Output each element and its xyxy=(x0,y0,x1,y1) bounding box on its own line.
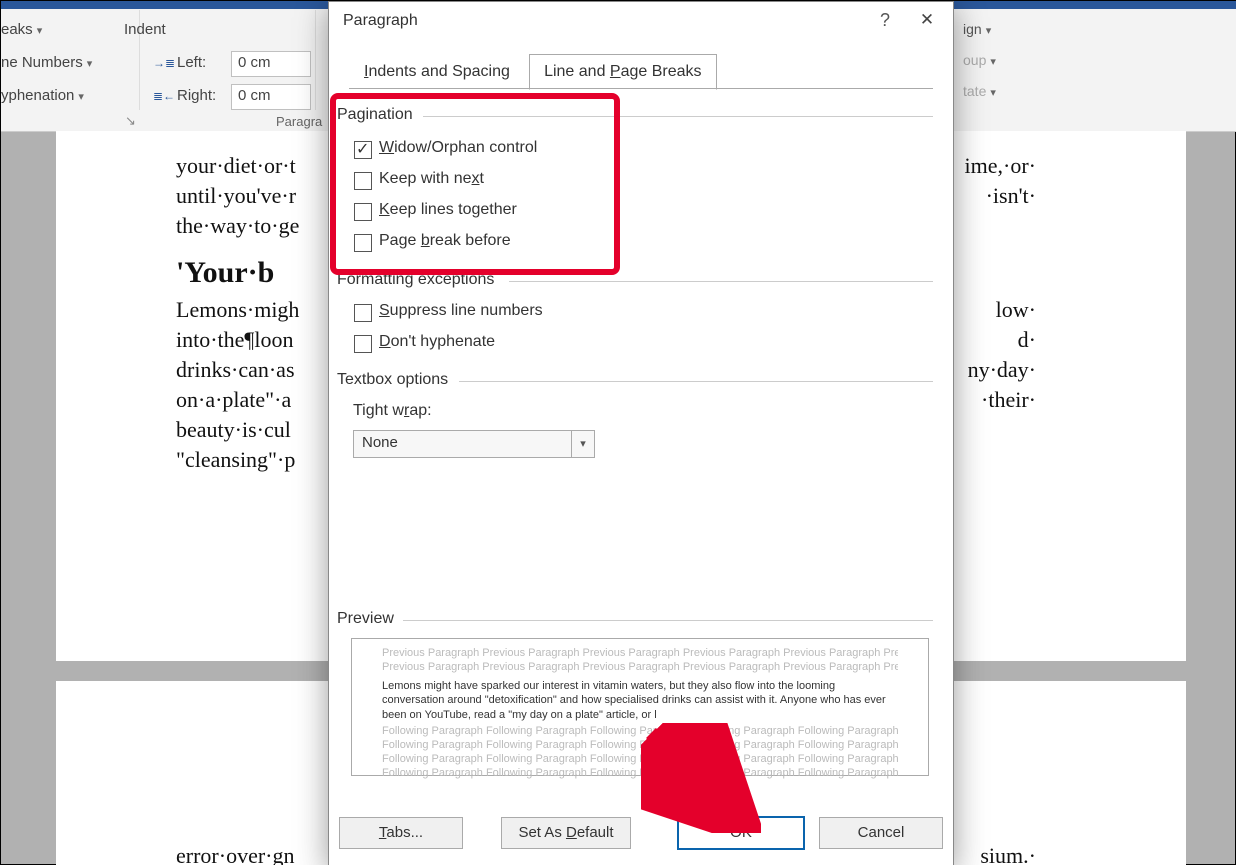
paragraph-dialog: Paragraph ? ✕ Indents and Spacing Line a… xyxy=(328,1,954,865)
breaks-button[interactable]: eaks▾ xyxy=(1,21,42,38)
indent-right-label: Right: xyxy=(177,87,216,104)
preview-previous: Previous Paragraph Previous Paragraph Pr… xyxy=(382,661,898,673)
chevron-down-icon: ▾ xyxy=(37,24,43,37)
page-break-before-checkbox[interactable] xyxy=(354,234,372,252)
doc-text: d· xyxy=(1018,325,1036,355)
dont-hyphenate-label: Don't hyphenate xyxy=(379,333,495,351)
hyphenation-button[interactable]: yphenation▾ xyxy=(1,87,84,104)
doc-text: ·their· xyxy=(981,385,1036,415)
preview-box: Previous Paragraph Previous Paragraph Pr… xyxy=(351,638,929,776)
doc-text: until·you've·r xyxy=(176,181,296,211)
doc-text: beauty·is·cul xyxy=(176,415,291,445)
doc-text: error·over·gn xyxy=(176,841,295,865)
indent-left-value: 0 cm xyxy=(238,54,271,71)
doc-text: your·diet·or·t xyxy=(176,151,296,181)
indent-right-icon: ≣← xyxy=(153,89,175,103)
doc-text: ·isn't· xyxy=(986,181,1036,211)
doc-text: ny·day· xyxy=(968,355,1036,385)
tight-wrap-label: Tight wrap: xyxy=(353,402,432,420)
dont-hyphenate-checkbox[interactable] xyxy=(354,335,372,353)
ribbon-group-right: ign▾ oup▾ tate▾ xyxy=(953,10,1044,130)
suppress-line-numbers-checkbox[interactable] xyxy=(354,304,372,322)
keep-lines-together-label: Keep lines together xyxy=(379,201,517,219)
preview-previous: Previous Paragraph Previous Paragraph Pr… xyxy=(382,647,898,659)
set-as-default-button[interactable]: Set As Default xyxy=(501,817,631,849)
indent-left-icon: →≣ xyxy=(153,56,175,70)
formatting-exceptions-section: Formatting exceptions xyxy=(337,271,494,289)
chevron-down-icon: ▾ xyxy=(990,55,996,68)
doc-text: ime,·or· xyxy=(965,151,1036,181)
preview-body: Lemons might have sparked our interest i… xyxy=(382,679,898,722)
preview-following: Following Paragraph Following Paragraph … xyxy=(382,739,898,751)
indent-left-label: Left: xyxy=(177,54,206,71)
chevron-down-icon: ▾ xyxy=(986,24,992,37)
tight-wrap-dropdown[interactable]: None ▾ xyxy=(353,430,595,458)
chevron-down-icon: ▾ xyxy=(571,431,594,457)
tab-indents-spacing[interactable]: Indents and Spacing xyxy=(349,54,525,90)
doc-text: Lemons·migh xyxy=(176,295,299,325)
page-break-before-label: Page break before xyxy=(379,232,511,250)
textbox-options-section: Textbox options xyxy=(337,371,448,389)
section-divider xyxy=(459,381,933,382)
paragraph-group-label: Paragra xyxy=(276,114,322,129)
preview-following: Following Paragraph Following Paragraph … xyxy=(382,767,898,779)
section-divider xyxy=(509,281,933,282)
doc-text: low· xyxy=(996,295,1036,325)
rotate-button[interactable]: tate▾ xyxy=(963,83,996,99)
doc-text: sium.· xyxy=(980,841,1036,865)
tab-underline xyxy=(349,88,933,89)
line-numbers-button[interactable]: ne Numbers▾ xyxy=(1,54,92,71)
keep-with-next-checkbox[interactable] xyxy=(354,172,372,190)
doc-text: into·the¶loon xyxy=(176,325,294,355)
align-button[interactable]: ign▾ xyxy=(963,21,991,37)
cancel-button[interactable]: Cancel xyxy=(819,817,943,849)
keep-lines-together-checkbox[interactable] xyxy=(354,203,372,221)
doc-heading: 'Your·b xyxy=(176,253,274,294)
preview-following: Following Paragraph Following Paragraph … xyxy=(382,725,898,737)
doc-text: the·way·to·ge xyxy=(176,211,299,241)
suppress-line-numbers-label: Suppress line numbers xyxy=(379,302,543,320)
doc-text: "cleansing"·p xyxy=(176,445,295,475)
indent-group-title: Indent xyxy=(124,21,166,38)
chevron-down-icon: ▾ xyxy=(87,57,93,70)
ok-button[interactable]: OK xyxy=(677,816,805,850)
dialog-title: Paragraph xyxy=(343,12,418,30)
preview-section: Preview xyxy=(337,610,394,628)
close-button[interactable]: ✕ xyxy=(911,10,943,30)
section-divider xyxy=(403,620,933,621)
tabs-button[interactable]: Tabs... xyxy=(339,817,463,849)
widow-orphan-label: Widow/Orphan control xyxy=(379,139,537,157)
widow-orphan-checkbox[interactable] xyxy=(354,141,372,159)
chevron-down-icon: ▾ xyxy=(990,86,996,99)
doc-text: on·a·plate"·a xyxy=(176,385,291,415)
keep-with-next-label: Keep with next xyxy=(379,170,484,188)
chevron-down-icon: ▾ xyxy=(78,90,84,103)
tab-line-page-breaks[interactable]: Line and Page Breaks xyxy=(529,54,716,90)
group-button[interactable]: oup▾ xyxy=(963,52,996,68)
pagination-section: Pagination xyxy=(337,106,413,124)
tight-wrap-value: None xyxy=(362,434,398,451)
help-button[interactable]: ? xyxy=(869,10,901,31)
doc-text: drinks·can·as xyxy=(176,355,295,385)
dialog-launcher-icon[interactable]: ↘ xyxy=(125,113,136,129)
section-divider xyxy=(423,116,933,117)
indent-right-value: 0 cm xyxy=(238,87,271,104)
preview-following: Following Paragraph Following Paragraph … xyxy=(382,753,898,765)
